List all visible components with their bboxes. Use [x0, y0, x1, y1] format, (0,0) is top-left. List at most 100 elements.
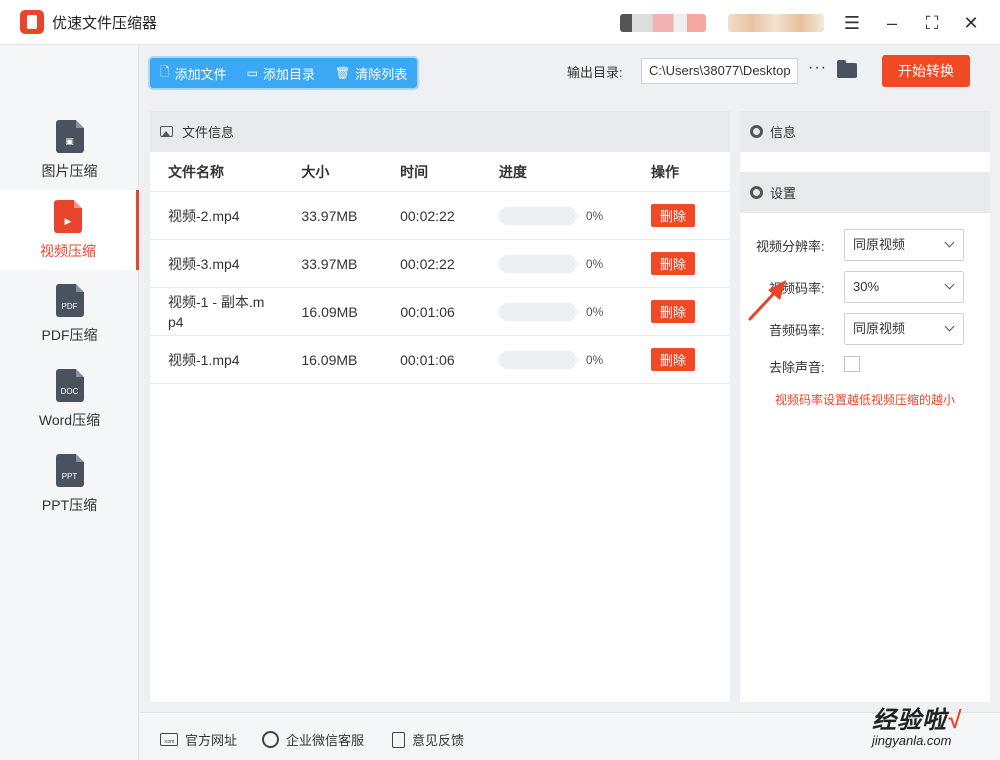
maximize-icon[interactable]: ⛶	[919, 10, 945, 36]
file-panel-title: 文件信息	[182, 125, 235, 140]
column-header-name: 文件名称	[168, 163, 224, 180]
progress-text: 0%	[585, 208, 604, 223]
info-panel-title: 信息	[770, 125, 797, 140]
watermark-logo: 经验啦√ jingyanla.com	[872, 707, 962, 748]
bitrate-hint: 视频码率设置越低视频压缩的越小	[775, 393, 956, 407]
app-title: 优速文件压缩器	[52, 14, 158, 32]
progress-bar	[499, 302, 578, 321]
table-row[interactable]: 视频-3.mp4 33.97MB 00:02:22 0% 删除	[150, 240, 730, 288]
image-file-icon: ▣	[55, 119, 84, 153]
file-name: 视频-1 - 副本.mp4	[168, 293, 265, 330]
file-name: 视频-2.mp4	[168, 207, 240, 224]
annotation-arrow-icon	[748, 280, 786, 321]
resolution-select[interactable]: 同原视频	[844, 229, 964, 261]
progress-text: 0%	[586, 304, 604, 319]
footer: .com 官方网址 企业微信客服 意见反馈	[140, 712, 1000, 760]
progress-text: 0%	[585, 352, 604, 367]
table-row[interactable]: 视频-1.mp4 16.09MB 00:01:06 0% 删除	[150, 336, 730, 384]
table-header: 文件名称 大小 时间 进度 操作	[150, 152, 730, 192]
close-icon[interactable]: ✕	[958, 10, 984, 36]
settings-panel-header: 设置	[740, 172, 990, 213]
gear-icon	[750, 186, 763, 199]
video-file-icon: ▶	[54, 199, 82, 233]
delete-button[interactable]: 删除	[651, 300, 696, 323]
app-logo-icon	[20, 10, 44, 34]
website-icon: .com	[160, 733, 178, 746]
sidebar-item-label: 视频压缩	[40, 242, 96, 259]
chevron-down-icon	[944, 237, 955, 248]
title-bar: 优速文件压缩器 ☰ – ⛶ ✕	[0, 0, 1000, 45]
mute-label: 去除声音:	[769, 360, 825, 375]
file-size: 16.09MB	[301, 303, 358, 320]
resolution-label: 视频分辨率:	[756, 239, 825, 254]
clear-list-button[interactable]: 🗑 清除列表	[325, 58, 417, 88]
file-duration: 00:01:06	[400, 351, 455, 368]
more-options-button[interactable]: ···	[808, 59, 827, 77]
mute-checkbox[interactable]	[844, 356, 860, 372]
delete-button[interactable]: 删除	[650, 348, 695, 371]
chat-icon	[262, 731, 279, 748]
doc-file-icon: DOC	[55, 368, 84, 402]
folder-icon: ▭	[246, 66, 259, 80]
file-button-group: 🗋 添加文件 ▭ 添加目录 🗑 清除列表	[150, 58, 418, 88]
table-row[interactable]: 视频-1 - 副本.mp4 16.09MB 00:01:06 0% 删除	[150, 288, 730, 336]
account-avatar[interactable]	[620, 14, 706, 32]
file-panel-header: 文件信息	[150, 111, 730, 152]
menu-icon[interactable]: ☰	[839, 10, 865, 36]
info-panel-header: 信息	[740, 111, 990, 152]
file-icon: 🗋	[160, 64, 170, 79]
file-size: 16.09MB	[301, 351, 358, 368]
sidebar-item-video[interactable]: ▶ 视频压缩	[0, 190, 139, 270]
audio-bitrate-select[interactable]: 同原视频	[844, 313, 964, 345]
file-size: 33.97MB	[301, 255, 358, 272]
column-header-size: 大小	[301, 163, 330, 180]
bitrate-select[interactable]: 30%	[844, 271, 964, 303]
sidebar-item-label: 图片压缩	[41, 162, 98, 179]
minimize-icon[interactable]: –	[879, 10, 905, 36]
column-header-progress: 进度	[498, 163, 527, 180]
sidebar-item-word[interactable]: DOC Word压缩	[0, 359, 139, 439]
column-header-time: 时间	[400, 163, 429, 180]
trash-icon: 🗑	[335, 66, 351, 80]
file-duration: 00:02:22	[400, 207, 455, 224]
toolbar: 🗋 添加文件 ▭ 添加目录 🗑 清除列表 输出目录: C:\Users\38077\D…	[140, 46, 1000, 101]
output-dir-label: 输出目录:	[567, 65, 623, 80]
sidebar: ▣ 图片压缩 ▶ 视频压缩 PDF PDF压缩 DOC Word压缩 PPT P…	[0, 46, 139, 760]
progress-bar	[498, 350, 577, 369]
add-file-button[interactable]: 🗋 添加文件	[150, 58, 237, 88]
feedback-link[interactable]: 意见反馈	[392, 730, 464, 749]
image-icon	[160, 126, 173, 137]
start-convert-button[interactable]: 开始转换	[882, 55, 970, 87]
column-header-action: 操作	[650, 163, 679, 180]
info-panel-body	[740, 152, 990, 172]
sidebar-item-image[interactable]: ▣ 图片压缩	[0, 110, 139, 190]
sidebar-item-label: PDF压缩	[41, 326, 98, 343]
wechat-service-link[interactable]: 企业微信客服	[262, 730, 364, 749]
delete-button[interactable]: 删除	[650, 204, 695, 227]
file-duration: 00:01:06	[400, 303, 455, 320]
sidebar-item-pdf[interactable]: PDF PDF压缩	[0, 274, 139, 354]
settings-panel-title: 设置	[770, 186, 797, 201]
file-size: 33.97MB	[301, 207, 358, 224]
progress-bar	[498, 254, 577, 273]
account-info[interactable]	[728, 14, 824, 32]
file-duration: 00:02:22	[400, 255, 455, 272]
open-folder-icon[interactable]	[837, 60, 857, 78]
progress-bar	[498, 206, 577, 225]
file-name: 视频-3.mp4	[168, 255, 240, 272]
delete-button[interactable]: 删除	[650, 252, 695, 275]
add-folder-button[interactable]: ▭ 添加目录	[237, 58, 325, 88]
official-website-link[interactable]: .com 官方网址	[160, 730, 237, 749]
output-dir-field[interactable]: C:\Users\38077\Desktop	[641, 58, 798, 84]
table-row[interactable]: 视频-2.mp4 33.97MB 00:02:22 0% 删除	[150, 192, 730, 240]
feedback-icon	[392, 731, 405, 748]
audio-bitrate-label: 音频码率:	[769, 323, 825, 338]
gear-icon	[750, 125, 763, 138]
sidebar-item-label: PPT压缩	[41, 496, 98, 513]
pdf-file-icon: PDF	[55, 283, 84, 317]
chevron-down-icon	[944, 279, 955, 290]
chevron-down-icon	[944, 321, 955, 332]
sidebar-item-label: Word压缩	[38, 411, 101, 428]
sidebar-item-ppt[interactable]: PPT PPT压缩	[0, 444, 139, 524]
ppt-file-icon: PPT	[55, 453, 84, 487]
